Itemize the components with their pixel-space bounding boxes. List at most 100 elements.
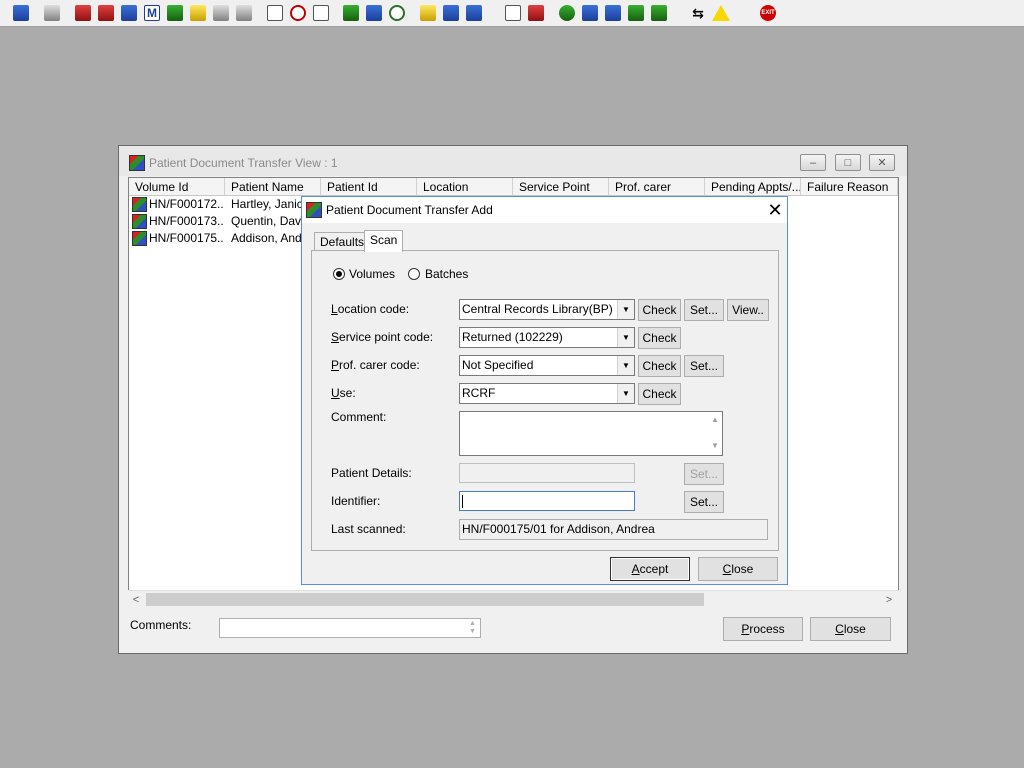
warning-icon[interactable] <box>710 2 732 24</box>
table-row[interactable]: HN/F000175... Addison, Andrea <box>129 230 319 247</box>
chart-icon[interactable] <box>525 2 547 24</box>
use-select[interactable]: RCRF ▼ <box>459 383 635 404</box>
close-window-button[interactable]: ✕ <box>869 154 895 171</box>
swap-icon[interactable]: ⇆ <box>687 2 709 24</box>
close-rest: lose <box>843 622 866 636</box>
scroll-right-icon[interactable]: > <box>881 591 897 608</box>
dialog-title-bar[interactable]: Patient Document Transfer Add ✕ <box>302 197 787 223</box>
chevron-down-icon[interactable]: ▼ <box>617 328 634 347</box>
minimize-button[interactable]: – <box>800 154 826 171</box>
volumes-radio[interactable] <box>333 268 345 280</box>
window-title-bar[interactable]: Patient Document Transfer View : 1 – □ ✕ <box>119 146 907 176</box>
doctor-icon[interactable] <box>164 2 186 24</box>
tab-defaults[interactable]: Defaults <box>314 232 371 252</box>
dialog-close-icon[interactable]: ✕ <box>764 199 786 221</box>
scrollbar-thumb[interactable] <box>146 593 704 606</box>
prof-carer-select[interactable]: Not Specified ▼ <box>459 355 635 376</box>
identifier-input[interactable] <box>459 491 635 511</box>
globe-icon[interactable] <box>556 2 578 24</box>
main-toolbar: M ⇆ EXIT <box>0 0 1024 27</box>
location-code-label: Location code: <box>331 302 410 316</box>
blank-doc-icon[interactable] <box>502 2 524 24</box>
horizontal-scrollbar[interactable]: < > <box>128 590 899 607</box>
dialog-close-accel: C <box>722 562 732 576</box>
accept-button[interactable]: Accept <box>610 557 690 581</box>
inbox-check-icon[interactable] <box>602 2 624 24</box>
calendar-icon[interactable] <box>340 2 362 24</box>
file-transfer-icon[interactable] <box>648 2 670 24</box>
location-set-button[interactable]: Set... <box>684 299 724 321</box>
column-header-pending-appts[interactable]: Pending Appts/... <box>705 178 801 196</box>
restore-button[interactable]: □ <box>835 154 861 171</box>
volumes-radio-label[interactable]: Volumes <box>349 267 395 281</box>
use-label: Use: <box>331 386 356 400</box>
exit-icon[interactable]: EXIT <box>757 2 779 24</box>
form-icon[interactable] <box>363 2 385 24</box>
notepad-icon[interactable] <box>417 2 439 24</box>
mail-icon[interactable] <box>264 2 286 24</box>
scroll-left-icon[interactable]: < <box>128 591 144 608</box>
m-letter-icon[interactable]: M <box>141 2 163 24</box>
close-button[interactable]: Close <box>810 617 891 641</box>
dialog-close-button[interactable]: Close <box>698 557 778 581</box>
chevron-down-icon[interactable]: ▼ <box>617 300 634 319</box>
comments-input[interactable]: ▲ ▼ <box>219 618 481 638</box>
table-row[interactable]: HN/F000173... Quentin, David <box>129 213 319 230</box>
patient-details-set-button: Set... <box>684 463 724 485</box>
accept-rest: ccept <box>639 562 669 576</box>
service-point-value: Returned (102229) <box>462 330 563 344</box>
window-icon[interactable] <box>310 2 332 24</box>
cell-volume-id: HN/F000173... <box>149 214 223 228</box>
identifier-set-button[interactable]: Set... <box>684 491 724 513</box>
table-row[interactable]: HN/F000172... Hartley, Janice <box>129 196 319 213</box>
column-header-patient-id[interactable]: Patient Id <box>321 178 417 196</box>
location-code-select[interactable]: Central Records Library(BP) ▼ <box>459 299 635 320</box>
chevron-down-icon[interactable]: ▼ <box>617 356 634 375</box>
column-header-volume-id[interactable]: Volume Id <box>129 178 225 196</box>
batches-radio[interactable] <box>408 268 420 280</box>
scroll-down-icon[interactable]: ▼ <box>710 441 720 450</box>
tray-icon[interactable] <box>440 2 462 24</box>
tab-scan[interactable]: Scan <box>364 230 404 252</box>
document-edit-icon[interactable] <box>95 2 117 24</box>
service-point-check-button[interactable]: Check <box>638 327 681 349</box>
volume-record-icon <box>132 197 147 212</box>
column-header-service-point[interactable]: Service Point <box>513 178 609 196</box>
report-icon[interactable] <box>118 2 140 24</box>
process-button[interactable]: Process <box>723 617 803 641</box>
notes-icon[interactable] <box>187 2 209 24</box>
user-manage-icon[interactable] <box>10 2 32 24</box>
inbox-down-icon[interactable] <box>579 2 601 24</box>
close-accel: C <box>835 622 844 636</box>
app-window-icon <box>129 155 145 171</box>
ambulance-icon[interactable] <box>210 2 232 24</box>
column-header-failure-reason[interactable]: Failure Reason <box>801 178 898 196</box>
transfer-icon[interactable] <box>233 2 255 24</box>
location-view-button[interactable]: View.. <box>727 299 769 321</box>
patient-transfer-icon[interactable] <box>463 2 485 24</box>
column-header-prof-carer[interactable]: Prof. carer <box>609 178 705 196</box>
chevron-down-icon[interactable]: ▼ <box>617 384 634 403</box>
print-icon[interactable] <box>41 2 63 24</box>
comment-textarea[interactable]: ▲ ▼ <box>459 411 723 456</box>
clock-icon[interactable] <box>287 2 309 24</box>
batches-radio-label[interactable]: Batches <box>425 267 468 281</box>
prof-carer-set-button[interactable]: Set... <box>684 355 724 377</box>
service-point-select[interactable]: Returned (102229) ▼ <box>459 327 635 348</box>
scan-tab-panel: Volumes Batches Location code: Central R… <box>311 250 779 551</box>
prof-carer-check-button[interactable]: Check <box>638 355 681 377</box>
use-check-button[interactable]: Check <box>638 383 681 405</box>
dialog-close-rest: lose <box>731 562 754 576</box>
inbox-green-icon[interactable] <box>625 2 647 24</box>
transfer-add-dialog: Patient Document Transfer Add ✕ Defaults… <box>301 196 788 585</box>
accept-accel: A <box>631 562 640 576</box>
cell-volume-id: HN/F000172... <box>149 197 223 211</box>
book-red-icon[interactable] <box>72 2 94 24</box>
scroll-up-icon[interactable]: ▲ <box>710 415 720 424</box>
text-caret <box>462 495 463 508</box>
column-header-patient-name[interactable]: Patient Name <box>225 178 321 196</box>
location-check-button[interactable]: Check <box>638 299 681 321</box>
column-header-location[interactable]: Location <box>417 178 513 196</box>
patient-details-label: Patient Details: <box>331 466 412 480</box>
gauge-icon[interactable] <box>386 2 408 24</box>
